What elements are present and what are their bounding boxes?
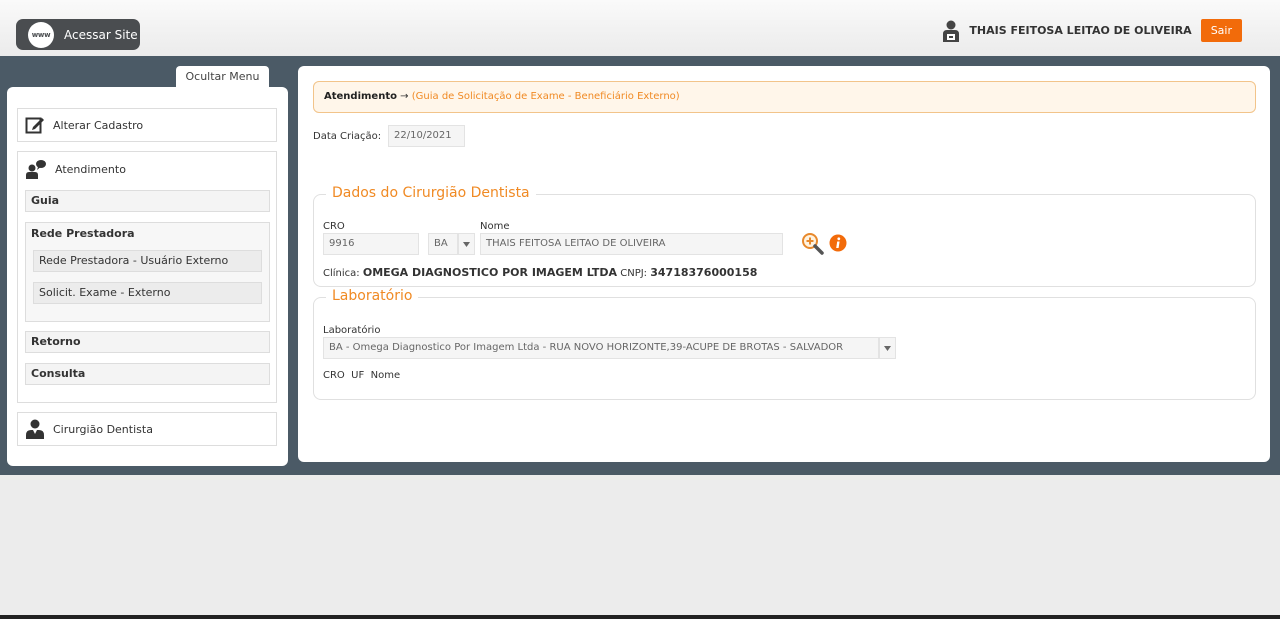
sidebar-item-consulta[interactable]: Consulta (25, 363, 270, 385)
cro-field[interactable]: 9916 (323, 233, 419, 255)
sidebar-item-atendimento[interactable]: Atendimento (18, 152, 276, 186)
user-name: THAIS FEITOSA LEITAO DE OLIVEIRA (969, 24, 1192, 37)
edit-icon (25, 117, 44, 134)
data-criacao-label: Data Criação: (313, 131, 382, 142)
sidebar-item-label: Alterar Cadastro (53, 118, 144, 132)
laboratorio-columns: CRO UF Nome (323, 370, 400, 381)
clinica-label: Clínica: (323, 268, 360, 279)
clinica-value: OMEGA DIAGNOSTICO POR IMAGEM LTDA (362, 266, 618, 279)
clinica-info: Clínica: OMEGA DIAGNOSTICO POR IMAGEM LT… (323, 266, 757, 279)
laboratorio-label: Laboratório (323, 325, 381, 336)
laboratorio-select[interactable]: BA - Omega Diagnostico Por Imagem Ltda -… (323, 337, 879, 359)
sidebar-section-rede-prestadora: Rede Prestadora Rede Prestadora - Usuári… (25, 222, 270, 322)
footer-strip (0, 615, 1280, 619)
sidebar-item-guia[interactable]: Guia (25, 190, 270, 212)
dentist-icon (26, 419, 44, 439)
breadcrumb-arrow: → (400, 91, 409, 102)
sidebar-item-solicit-exame-externo[interactable]: Solicit. Exame - Externo (33, 282, 262, 304)
info-icon[interactable] (829, 234, 847, 252)
nome-field[interactable]: THAIS FEITOSA LEITAO DE OLIVEIRA (480, 233, 783, 255)
laboratorio-fieldset: Laboratório Laboratório BA - Omega Diagn… (313, 288, 1256, 400)
breadcrumb: Atendimento → (Guia de Solicitação de Ex… (313, 81, 1256, 113)
chevron-down-icon (463, 241, 470, 247)
chevron-down-icon (884, 345, 891, 351)
column-uf: UF (351, 370, 365, 381)
sidebar-item-label: Atendimento (55, 162, 126, 176)
user-area: THAIS FEITOSA LEITAO DE OLIVEIRA Sair (942, 19, 1242, 42)
sidebar-item-label: Cirurgião Dentista (53, 422, 153, 436)
uf-select[interactable]: BA (428, 233, 458, 255)
cnpj-label: CNPJ: (620, 268, 648, 279)
dentista-legend: Dados do Cirurgião Dentista (326, 185, 536, 201)
access-site-button[interactable]: www Acessar Site (16, 19, 140, 50)
sidebar-item-retorno[interactable]: Retorno (25, 331, 270, 353)
nome-label: Nome (480, 221, 510, 232)
column-nome: Nome (370, 370, 401, 381)
sidebar-section-atendimento: Atendimento Guia Rede Prestadora Rede Pr… (17, 151, 277, 403)
sidebar-item-cirurgiao-dentista[interactable]: Cirurgião Dentista (17, 412, 277, 446)
uf-dropdown-arrow[interactable] (458, 233, 475, 255)
search-zoom-icon[interactable] (801, 232, 825, 256)
sidebar-item-rede-prestadora[interactable]: Rede Prestadora (31, 227, 135, 240)
sidebar: Alterar Cadastro Atendimento Guia Rede P… (7, 87, 288, 466)
top-bar: www Acessar Site THAIS FEITOSA LEITAO DE… (0, 0, 1280, 56)
breadcrumb-sub: (Guia de Solicitação de Exame - Benefici… (411, 91, 680, 102)
access-site-label: Acessar Site (64, 27, 138, 42)
laboratorio-dropdown-arrow[interactable] (879, 337, 896, 359)
hide-menu-tab[interactable]: Ocultar Menu (176, 66, 269, 88)
breadcrumb-main: Atendimento (324, 91, 397, 102)
chat-user-icon (26, 160, 46, 179)
laboratorio-legend: Laboratório (326, 288, 419, 304)
cro-label: CRO (323, 221, 345, 232)
data-criacao-field: 22/10/2021 (388, 125, 465, 147)
user-icon (943, 20, 960, 42)
sidebar-item-alterar-cadastro[interactable]: Alterar Cadastro (17, 108, 277, 142)
column-cro: CRO (323, 370, 345, 381)
logout-button[interactable]: Sair (1200, 19, 1242, 42)
cnpj-value: 34718376000158 (650, 266, 758, 279)
dentista-fieldset: Dados do Cirurgião Dentista CRO 9916 BA … (313, 185, 1256, 287)
main-content: Atendimento → (Guia de Solicitação de Ex… (298, 66, 1270, 462)
sidebar-item-rede-usuario-externo[interactable]: Rede Prestadora - Usuário Externo (33, 250, 262, 272)
www-icon: www (28, 21, 54, 48)
